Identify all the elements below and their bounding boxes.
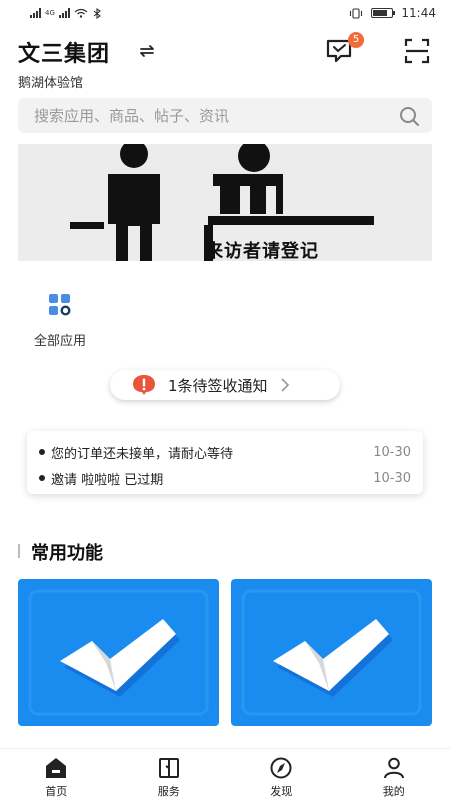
banner[interactable]: 来访者请登记: [18, 144, 432, 261]
alert-icon: [133, 375, 155, 395]
venue-name: 鹅湖体验馆: [18, 76, 84, 91]
signal-icon-2: [58, 8, 70, 18]
grid-apps-icon: [49, 294, 71, 316]
switch-org-icon[interactable]: [138, 42, 156, 60]
notice-row[interactable]: 邀请 啦啦啦 已过期 10-30: [39, 465, 411, 491]
pending-notice-text: 1条待签收通知: [168, 376, 268, 395]
notice-text: 您的订单还未接单，请耐心等待: [51, 446, 234, 462]
status-right: 11:44: [349, 6, 436, 20]
checkmark-icon: [28, 589, 209, 716]
status-bar: 4G 11:44: [0, 0, 450, 26]
notice-text: 邀请 啦啦啦 已过期: [51, 472, 164, 488]
vibrate-icon: [350, 7, 363, 19]
home-icon: [46, 758, 67, 778]
all-apps-label: 全部应用: [33, 334, 86, 349]
bottom-nav: 首页 服务 发现 我的: [0, 748, 450, 800]
notice-row[interactable]: 您的订单还未接单，请耐心等待 10-30: [39, 439, 411, 465]
message-badge: 5: [348, 32, 364, 48]
section-title: 常用功能: [31, 543, 103, 564]
all-apps-button[interactable]: 全部应用: [24, 292, 96, 349]
book-icon: [158, 758, 179, 778]
nav-label: 发现: [270, 785, 293, 798]
nav-label: 首页: [45, 785, 68, 798]
notice-card: 您的订单还未接单，请耐心等待 10-30 邀请 啦啦啦 已过期 10-30: [27, 431, 423, 494]
bullet-dot: [39, 475, 45, 481]
nav-label: 服务: [157, 785, 180, 798]
search-input[interactable]: [34, 106, 398, 125]
nav-item-mine[interactable]: 我的: [338, 749, 450, 800]
header: 文三集团 鹅湖体验馆 5: [18, 30, 432, 92]
notice-date: 10-30: [373, 444, 411, 460]
notice-date: 10-30: [373, 470, 411, 486]
nav-label: 我的: [382, 785, 405, 798]
nav-item-services[interactable]: 服务: [113, 749, 226, 800]
user-icon: [383, 757, 404, 779]
nav-item-discover[interactable]: 发现: [225, 749, 338, 800]
status-left: 4G: [30, 7, 102, 19]
bullet-dot: [39, 449, 45, 455]
message-button[interactable]: 5: [324, 32, 364, 66]
compass-icon: [270, 757, 292, 779]
function-tile[interactable]: [18, 579, 219, 726]
function-tile[interactable]: [231, 579, 432, 726]
wifi-icon: [74, 8, 88, 18]
battery-icon: [371, 8, 396, 18]
search-bar[interactable]: [18, 98, 432, 133]
network-type: 4G: [45, 9, 55, 17]
bluetooth-icon: [93, 7, 101, 19]
nav-item-home[interactable]: 首页: [0, 749, 113, 800]
banner-text: 来访者请登记: [205, 241, 319, 261]
status-time: 11:44: [401, 6, 436, 20]
scan-icon[interactable]: [404, 38, 430, 64]
search-icon[interactable]: [398, 105, 420, 127]
org-title[interactable]: 文三集团: [18, 36, 110, 68]
chevron-right-icon: [280, 378, 289, 392]
section-marker: [18, 544, 20, 558]
pending-notice-pill[interactable]: 1条待签收通知: [110, 370, 340, 400]
signal-icon: [30, 8, 41, 18]
checkmark-icon: [241, 589, 422, 716]
